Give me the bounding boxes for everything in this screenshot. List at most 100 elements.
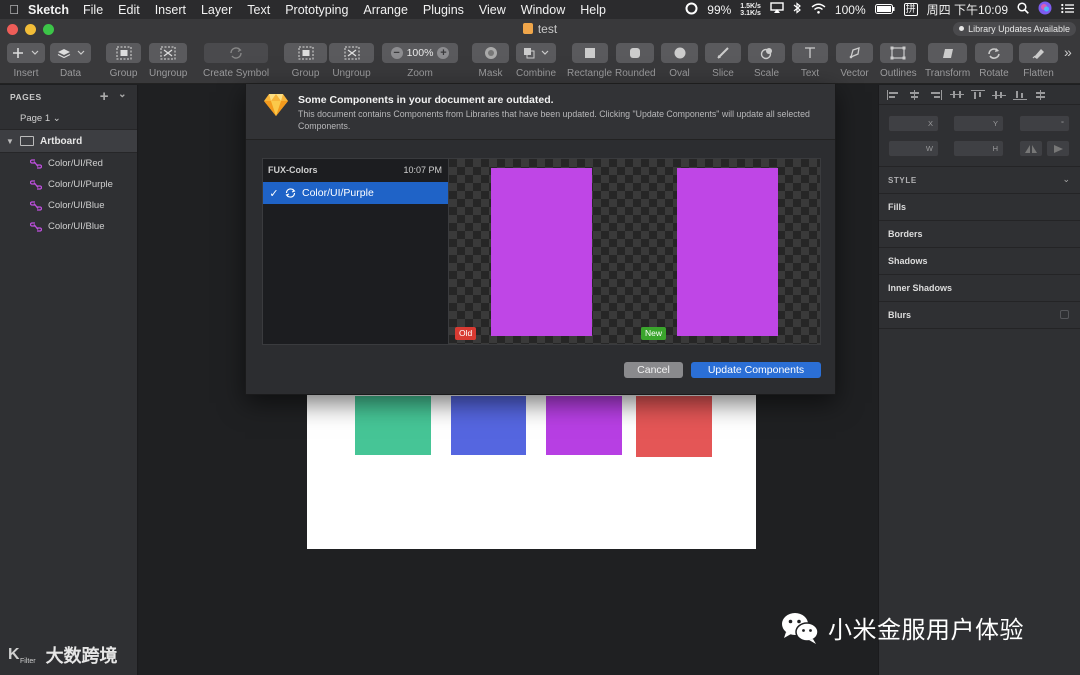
add-page-icon[interactable]: +	[100, 88, 109, 105]
menu-edit[interactable]: Edit	[118, 3, 140, 17]
zoom-out-button[interactable]: −	[390, 47, 403, 59]
symbol-instance-icon	[30, 200, 42, 211]
artboard-icon	[20, 136, 34, 146]
group-tool-2[interactable]: Group	[284, 43, 327, 79]
collapse-pages-icon[interactable]: ⌄	[118, 89, 127, 100]
ungroup-tool[interactable]: Ungroup	[149, 43, 187, 79]
wifi-icon[interactable]	[811, 3, 826, 17]
shadows-section[interactable]: Shadows	[888, 256, 928, 266]
siri-icon[interactable]	[1038, 1, 1052, 18]
menu-plugins[interactable]: Plugins	[423, 3, 464, 17]
scale-tool[interactable]: Scale	[748, 43, 785, 79]
swatch-green[interactable]	[355, 396, 431, 455]
align-center-h-icon[interactable]	[908, 89, 922, 100]
inner-shadows-section[interactable]: Inner Shadows	[888, 283, 952, 293]
blurs-checkbox[interactable]	[1060, 310, 1069, 319]
apple-icon[interactable]: 	[0, 2, 28, 17]
swatch-red[interactable]	[636, 396, 712, 457]
align-top-icon[interactable]	[971, 89, 985, 100]
menu-file[interactable]: File	[83, 3, 103, 17]
menu-arrange[interactable]: Arrange	[363, 3, 407, 17]
create-symbol-tool[interactable]: Create Symbol	[203, 43, 269, 79]
toolbar: Insert Data Group Ungroup Create Symbol …	[0, 39, 1080, 84]
distribute-h-icon[interactable]	[950, 90, 964, 100]
align-middle-icon[interactable]	[992, 90, 1006, 100]
component-name: Color/UI/Purple	[302, 187, 374, 199]
menu-prototyping[interactable]: Prototyping	[285, 3, 348, 17]
vector-tool[interactable]: Vector	[836, 43, 873, 79]
flip-horizontal-button[interactable]	[1019, 140, 1043, 157]
rounded-tool[interactable]: Rounded	[615, 43, 656, 79]
divider	[879, 247, 1080, 248]
menu-app-name[interactable]: Sketch	[28, 3, 69, 17]
layer-item[interactable]: Color/UI/Blue	[0, 195, 137, 216]
menu-view[interactable]: View	[479, 3, 506, 17]
combine-tool[interactable]: Combine	[516, 43, 556, 79]
menu-layer[interactable]: Layer	[201, 3, 232, 17]
fills-section[interactable]: Fills	[888, 202, 906, 212]
text-tool[interactable]: Text	[792, 43, 828, 79]
menu-clock[interactable]: 周四 下午10:09	[927, 1, 1008, 18]
layer-item[interactable]: Color/UI/Purple	[0, 174, 137, 195]
disclosure-triangle-icon[interactable]: ▼	[0, 137, 20, 146]
cancel-button[interactable]: Cancel	[624, 362, 683, 378]
page-item[interactable]: Page 1 ⌄	[0, 109, 137, 129]
notification-center-icon[interactable]	[1061, 3, 1074, 17]
rotate-tool[interactable]: Rotate	[975, 43, 1013, 79]
rotation-field[interactable]: °	[1019, 115, 1070, 132]
flatten-tool[interactable]: Flatten	[1019, 43, 1058, 79]
data-tool[interactable]: Data	[50, 43, 91, 79]
layer-item[interactable]: Color/UI/Red	[0, 153, 137, 174]
blurs-section[interactable]: Blurs	[888, 310, 911, 320]
align-right-icon[interactable]	[929, 89, 943, 100]
insert-tool[interactable]: Insert	[7, 43, 45, 79]
watermark-left-text: 大数跨境	[45, 646, 118, 666]
battery-icon[interactable]	[874, 3, 895, 17]
airplay-icon[interactable]	[770, 2, 784, 17]
ungroup-tool-2[interactable]: Ungroup	[329, 43, 374, 79]
component-list-item[interactable]: ✓ Color/UI/Purple	[263, 182, 448, 204]
menu-help[interactable]: Help	[580, 3, 606, 17]
align-left-icon[interactable]	[887, 89, 901, 100]
y-field[interactable]: Y	[953, 115, 1004, 132]
flip-vertical-button[interactable]	[1046, 140, 1070, 157]
progress-ring-icon[interactable]	[685, 2, 698, 18]
swatch-purple[interactable]	[546, 396, 622, 455]
align-bottom-icon[interactable]	[1013, 90, 1027, 100]
menu-text[interactable]: Text	[247, 3, 270, 17]
zoom-in-button[interactable]: +	[437, 47, 450, 59]
rectangle-tool[interactable]: Rectangle	[567, 43, 612, 79]
height-field[interactable]: H	[953, 140, 1004, 157]
battery-percent[interactable]: 99%	[707, 3, 731, 17]
component-checkbox[interactable]: ✓	[264, 187, 284, 200]
mask-tool[interactable]: Mask	[472, 43, 509, 79]
distribute-v-icon[interactable]	[1034, 89, 1048, 100]
artboard-layer[interactable]: ▼ Artboard	[0, 129, 137, 153]
swatch-blue[interactable]	[451, 396, 526, 455]
artboard-name: Artboard	[40, 135, 83, 147]
style-collapse-icon[interactable]: ⌄	[1062, 174, 1070, 185]
divider	[879, 301, 1080, 302]
insert-label: Insert	[13, 68, 39, 79]
menu-insert[interactable]: Insert	[155, 3, 186, 17]
x-field[interactable]: X	[888, 115, 939, 132]
ungroup-label-2: Ungroup	[332, 68, 371, 79]
group-tool[interactable]: Group	[106, 43, 141, 79]
battery-percent-2[interactable]: 100%	[835, 3, 866, 17]
bluetooth-icon[interactable]	[793, 2, 802, 17]
oval-tool[interactable]: Oval	[661, 43, 698, 79]
transform-tool[interactable]: Transform	[925, 43, 970, 79]
spotlight-search-icon[interactable]	[1017, 2, 1029, 17]
artboard[interactable]	[307, 389, 756, 549]
create-symbol-label: Create Symbol	[203, 68, 270, 79]
slice-tool[interactable]: Slice	[705, 43, 741, 79]
borders-section[interactable]: Borders	[888, 229, 923, 239]
toolbar-overflow-button[interactable]: »	[1064, 44, 1072, 60]
library-updates-badge[interactable]: Library Updates Available	[953, 22, 1076, 36]
menu-window[interactable]: Window	[521, 3, 565, 17]
outlines-tool[interactable]: Outlines	[880, 43, 917, 79]
input-method[interactable]: 拼	[903, 3, 918, 16]
update-components-button[interactable]: Update Components	[691, 362, 821, 378]
width-field[interactable]: W	[888, 140, 939, 157]
layer-item[interactable]: Color/UI/Blue	[0, 216, 137, 237]
